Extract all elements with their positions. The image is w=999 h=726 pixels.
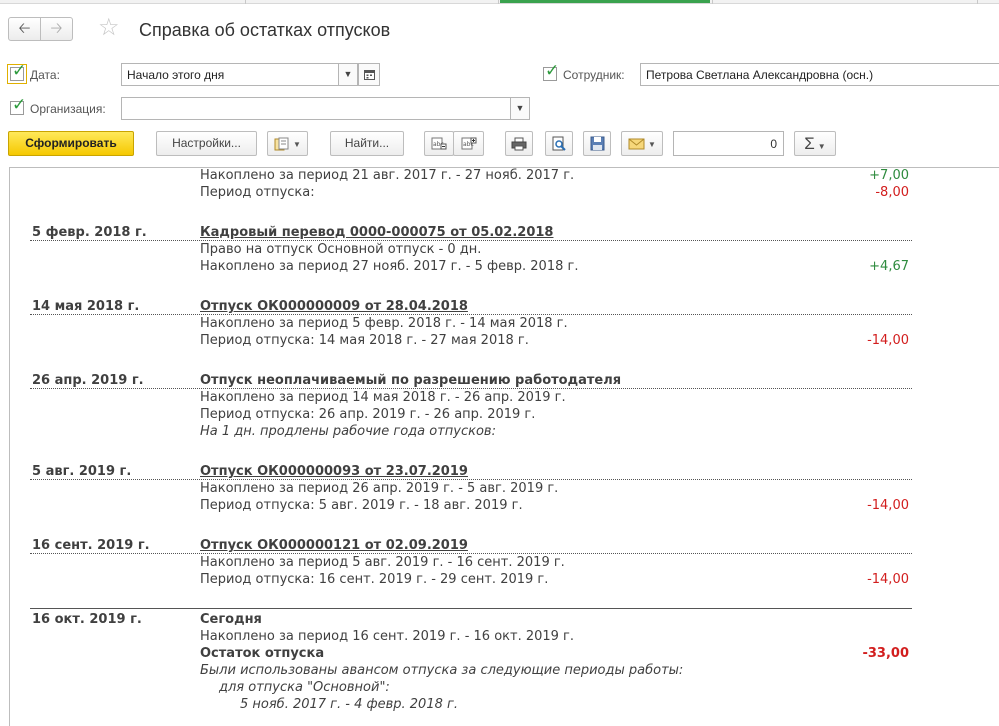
date-checkbox[interactable]: ✓ [7,62,27,84]
event-title: Отпуск неоплачиваемый по разрешению рабо… [200,373,622,388]
dropdown-arrow-icon: ▼ [648,140,656,149]
print-button[interactable] [505,131,533,156]
report-value: -14,00 [867,572,909,587]
organization-checkbox[interactable]: ✓ [10,96,26,115]
page-title: Справка об остатках отпусков [139,20,391,40]
settings-button[interactable]: Настройки... [156,131,257,156]
forward-arrow-icon: 🡢 [50,20,63,37]
organization-dropdown-button[interactable]: ▼ [510,97,530,120]
organization-field[interactable] [121,97,511,120]
expand-groups-button[interactable]: abc [424,131,454,156]
balance-value: -33,00 [862,646,909,661]
save-button[interactable] [583,131,611,156]
event-date: 16 сент. 2019 г. [32,538,150,553]
event-title: Сегодня [200,612,262,627]
report-line: Накоплено за период 21 авг. 2017 г. - 27… [200,168,575,183]
sigma-icon: Σ [804,134,815,153]
event-document-link[interactable]: Отпуск ОК000000009 от 28.04.2018 [200,299,468,314]
report-value: -14,00 [867,333,909,348]
back-button[interactable]: 🡠 [8,17,41,41]
report-line: Накоплено за период 5 февр. 2018 г. - 14… [200,316,568,331]
report-line: Период отпуска: 14 мая 2018 г. - 27 мая … [200,333,529,348]
date-dropdown-button[interactable]: ▼ [338,63,358,86]
date-field[interactable]: Начало этого дня [121,63,339,86]
top-tab-strip [0,0,999,4]
row-divider [30,553,912,554]
report-line: Накоплено за период 16 сент. 2019 г. - 1… [200,629,575,644]
balance-label: Остаток отпуска [200,646,325,661]
report-line: Накоплено за период 27 нояб. 2017 г. - 5… [200,259,579,274]
back-arrow-icon: 🡠 [18,20,31,37]
row-divider [30,314,912,315]
report-line: Период отпуска: 26 апр. 2019 г. - 26 апр… [200,407,536,422]
report-value: -14,00 [867,498,909,513]
date-label: Дата: [30,68,60,82]
checkmark-icon: ✓ [12,61,27,80]
favorite-star-icon[interactable]: ☆ [98,14,120,42]
event-document-link[interactable]: Кадровый перевод 0000-000075 от 05.02.20… [200,225,553,240]
active-tab-indicator [500,0,710,3]
row-divider [30,479,912,480]
report-line: Право на отпуск Основной отпуск - 0 дн. [200,242,482,257]
save-icon [590,136,604,151]
report-value: +4,67 [869,259,909,274]
summary-divider [30,608,912,609]
event-date: 16 окт. 2019 г. [32,612,142,627]
event-document-link[interactable]: Отпуск ОК000000093 от 23.07.2019 [200,464,468,479]
report-line: Накоплено за период 26 апр. 2019 г. - 5 … [200,481,559,496]
event-date: 5 авг. 2019 г. [32,464,132,479]
report-line: Накоплено за период 14 мая 2018 г. - 26 … [200,390,566,405]
dropdown-arrow-icon: ▼ [343,69,353,79]
calendar-button[interactable] [358,63,380,86]
collapse-groups-icon: abc [461,137,476,150]
expand-groups-icon: abc [431,137,447,150]
calendar-icon [363,70,375,80]
report-value: +7,00 [869,168,909,183]
report-note: Были использованы авансом отпуска за сле… [200,663,684,678]
row-divider [30,388,912,389]
dropdown-arrow-icon: ▼ [293,140,301,149]
preview-button[interactable] [545,131,573,156]
forward-button[interactable]: 🡢 [40,17,73,41]
find-button[interactable]: Найти... [330,131,404,156]
preview-icon [552,136,566,152]
generate-button[interactable]: Сформировать [8,131,134,156]
checkmark-icon: ✓ [12,95,27,114]
employee-label: Сотрудник: [563,68,625,82]
dropdown-arrow-icon: ▼ [515,103,525,113]
report-line: Накоплено за период 5 авг. 2019 г. - 16 … [200,555,565,570]
report-note: для отпуска "Основной": [219,680,390,695]
sum-field[interactable]: 0 [673,131,784,156]
organization-label: Организация: [30,102,106,116]
event-document-link[interactable]: Отпуск ОК000000121 от 02.09.2019 [200,538,468,553]
report-spreadsheet[interactable]: Накоплено за период 21 авг. 2017 г. - 27… [9,167,999,726]
variant-icon [274,137,289,151]
event-date: 26 апр. 2019 г. [32,373,144,388]
variant-button[interactable]: ▼ [267,131,308,156]
row-divider [30,240,912,241]
report-line: Период отпуска: 5 авг. 2019 г. - 18 авг.… [200,498,523,513]
print-icon [511,137,527,151]
email-icon [628,138,645,150]
report-note: 5 нояб. 2017 г. - 4 февр. 2018 г. [240,697,458,712]
report-line: Период отпуска: [200,185,315,200]
sum-mode-button[interactable]: Σ ▼ [794,131,836,156]
report-note: На 1 дн. продлены рабочие года отпусков: [200,424,496,439]
employee-checkbox[interactable]: ✓ [543,62,559,81]
collapse-groups-button[interactable]: abc [453,131,484,156]
dropdown-arrow-icon: ▼ [817,142,826,151]
event-date: 14 мая 2018 г. [32,299,140,314]
report-value: -8,00 [875,185,909,200]
checkmark-icon: ✓ [545,61,560,80]
event-date: 5 февр. 2018 г. [32,225,147,240]
employee-field[interactable]: Петрова Светлана Александровна (осн.) [640,63,999,86]
report-line: Период отпуска: 16 сент. 2019 г. - 29 се… [200,572,549,587]
send-email-button[interactable]: ▼ [621,131,663,156]
